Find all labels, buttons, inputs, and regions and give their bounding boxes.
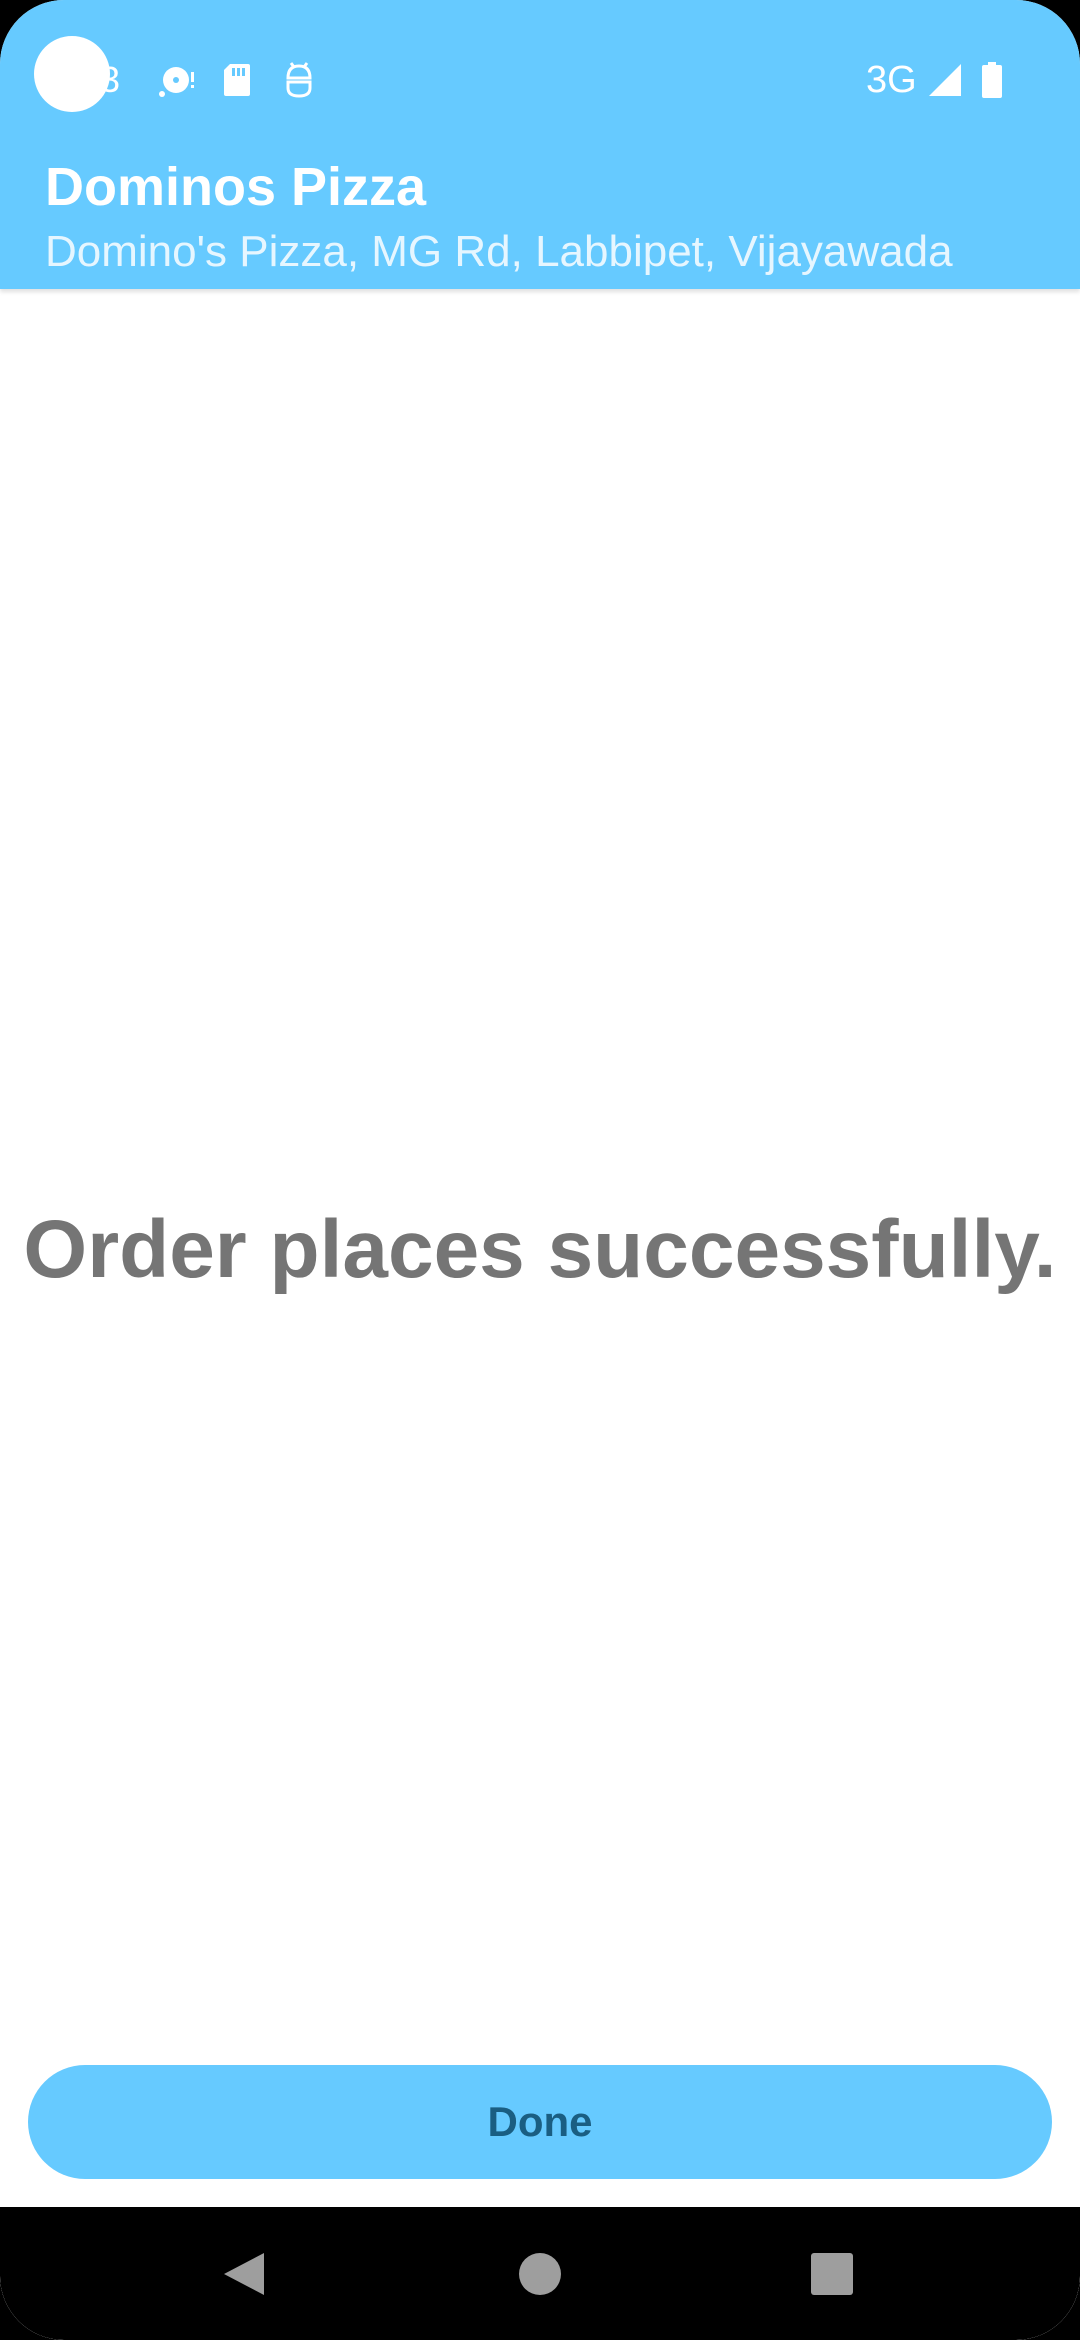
app-subtitle: Domino's Pizza, MG Rd, Labbipet, Vijayaw… xyxy=(45,227,953,276)
camera-hole xyxy=(34,36,110,112)
media-icon xyxy=(159,67,194,97)
screen: 3 3G Dominos Pizza Domino's Pizza, MG Rd… xyxy=(0,0,1080,2340)
home-icon[interactable] xyxy=(495,2229,585,2319)
recents-icon[interactable] xyxy=(787,2229,877,2319)
sd-card-icon xyxy=(224,64,250,96)
done-button[interactable]: Done xyxy=(28,2065,1052,2179)
app-title: Dominos Pizza xyxy=(45,157,427,217)
success-message: Order places successfully. xyxy=(23,1204,1057,1295)
header: 3 3G Dominos Pizza Domino's Pizza, MG Rd… xyxy=(0,0,1080,289)
back-icon[interactable] xyxy=(200,2229,290,2319)
signal-icon xyxy=(929,64,961,96)
network-type: 3G xyxy=(866,59,917,101)
navigation-bar xyxy=(0,2207,1080,2340)
status-time: 3 xyxy=(100,59,121,100)
status-bar: 3 3G xyxy=(0,0,1080,150)
battery-icon xyxy=(982,62,1002,98)
android-icon xyxy=(286,62,312,98)
